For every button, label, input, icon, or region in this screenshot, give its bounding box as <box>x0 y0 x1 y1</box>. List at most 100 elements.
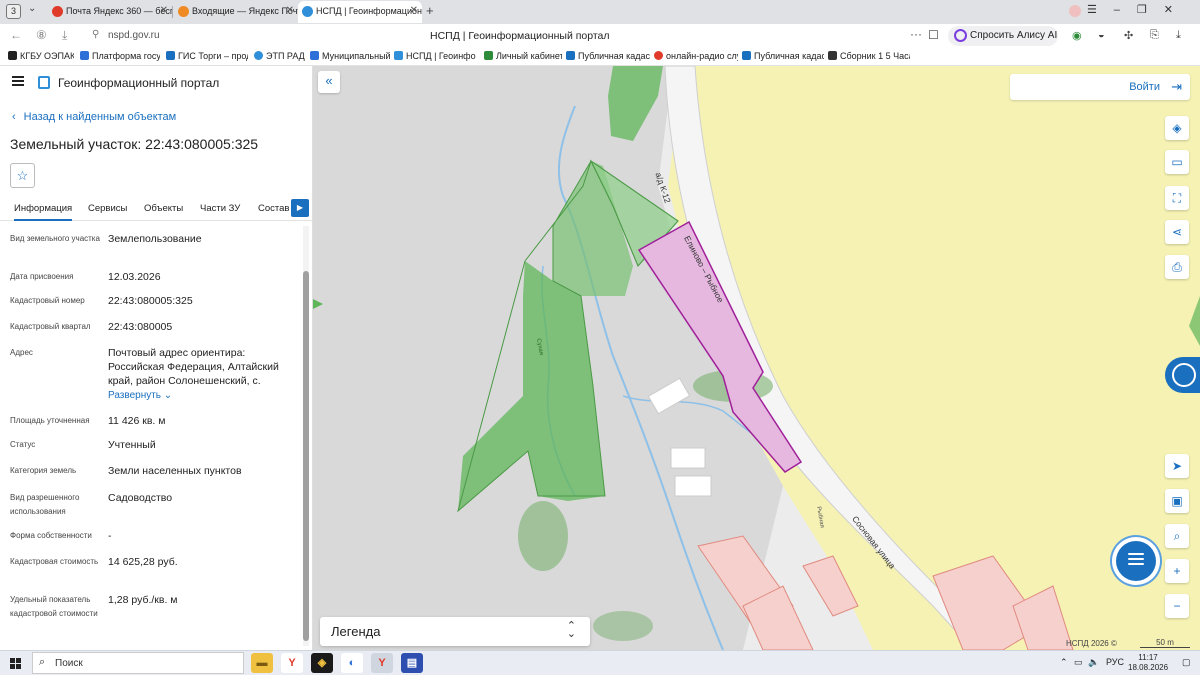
notification-icon[interactable]: ▢ <box>1182 657 1191 668</box>
profile-icon[interactable] <box>1069 5 1081 17</box>
prop-value: Земли населенных пунктов <box>108 465 242 477</box>
chevron-up-icon[interactable]: ⌃ <box>1060 657 1068 668</box>
back-to-results-link[interactable]: ‹ Назад к найденным объектам <box>12 111 176 123</box>
expand-address-link[interactable]: Развернуть ⌄ <box>108 390 172 401</box>
tab-title: Почта Яндекс 360 — бесплатная <box>66 6 172 16</box>
new-tab-button[interactable]: + <box>426 3 434 18</box>
taskbar-search[interactable]: ⌕ Поиск <box>32 652 244 674</box>
extension-icon[interactable]: ◉ <box>1072 29 1082 42</box>
scrollbar-thumb[interactable] <box>303 271 309 641</box>
collections-icon[interactable]: ⎘ <box>1150 29 1159 42</box>
clock[interactable]: 11:17 18.08.2026 <box>1128 653 1168 673</box>
prop-label: Вид земельного участка <box>10 234 100 243</box>
minimap-button[interactable]: ▣ <box>1165 489 1189 513</box>
chat-badge[interactable] <box>1165 357 1200 393</box>
app-icon[interactable]: ◈ <box>311 653 333 673</box>
tab-composition[interactable]: Состав <box>258 203 289 214</box>
bookmark-item[interactable]: КГБУ ОЭПАК <box>8 51 74 61</box>
extension-icon[interactable]: ◒ <box>1098 29 1105 41</box>
volume-icon[interactable]: 🔈 <box>1088 657 1099 668</box>
bookmark-item[interactable]: Публичная кадаст <box>566 51 650 61</box>
bookmark-item[interactable]: НСПД | Геоинформ <box>394 51 476 61</box>
help-chat-button[interactable] <box>1116 541 1156 581</box>
puzzle-icon[interactable]: ✣ <box>1124 29 1133 42</box>
close-icon[interactable]: ✕ <box>286 5 294 16</box>
building <box>670 447 706 469</box>
yandex-browser-app-icon[interactable]: Y <box>281 653 303 673</box>
bookmark-item[interactable]: Личный кабинет <box>484 51 562 61</box>
vegetation <box>518 501 568 571</box>
collapse-panel-button[interactable]: « <box>318 71 340 93</box>
layers-button[interactable]: ◈ <box>1165 116 1189 140</box>
tab-strip: 3 ⌄ Почта Яндекс 360 — бесплатная ✕ Вход… <box>0 0 1200 24</box>
tabs-next-button[interactable]: ▶ <box>291 199 309 217</box>
close-icon[interactable]: ✕ <box>160 5 168 16</box>
bookmark-item[interactable]: онлайн-радио слу <box>654 51 738 61</box>
info-panel: Геоинформационный портал ‹ Назад к найден… <box>0 66 313 650</box>
print-button[interactable]: ⎙ <box>1165 255 1189 279</box>
windows-start-icon[interactable] <box>10 658 21 669</box>
select-button[interactable]: ⛶ <box>1165 186 1189 210</box>
yandex-browser-active-icon[interactable]: Y <box>371 653 393 673</box>
prop-value: Учтенный <box>108 439 156 451</box>
plus-icon: + <box>1173 564 1181 578</box>
select-area-icon: ⛶ <box>1172 191 1182 205</box>
bookmark-item[interactable]: Сборник 1 5 Часа <box>828 51 910 61</box>
yandex-browser-icon[interactable]: ⑧ <box>36 28 47 42</box>
measure-button[interactable]: ▭ <box>1165 150 1189 174</box>
app-icon[interactable]: ◐ <box>341 653 363 673</box>
search-location-button[interactable]: ⌕ <box>1165 524 1189 548</box>
yandex-mail-icon <box>52 6 63 17</box>
legend-toggle[interactable]: Легенда ⌃ ⌄ <box>320 617 590 646</box>
prop-label: Адрес <box>10 348 33 357</box>
download-icon[interactable]: ⤓ <box>1176 29 1181 42</box>
tab-inbox[interactable]: Входящие — Яндекс Почта ✕ <box>174 1 298 23</box>
tab-info[interactable]: Информация <box>14 203 73 221</box>
parcel-title: Земельный участок: 22:43:080005:325 <box>10 136 259 152</box>
search-label: Поиск <box>55 658 83 669</box>
zoom-in-button[interactable]: + <box>1165 559 1189 583</box>
mail-icon <box>178 6 189 17</box>
chevron-down-icon[interactable]: ⌄ <box>28 3 36 14</box>
login-box[interactable]: Войти ⇥ <box>1010 74 1190 100</box>
tab-nspd[interactable]: НСПД | Геоинформационный ✕ <box>298 1 422 23</box>
bookmark-icon <box>80 51 89 60</box>
tab-yandex-mail-360[interactable]: Почта Яндекс 360 — бесплатная ✕ <box>48 1 172 23</box>
alice-label: Спросить Алису AI <box>970 30 1058 41</box>
bookmarks-bar: КГБУ ОЭПАК Платформа госуслуг ГИС Торги … <box>0 48 1200 66</box>
close-icon[interactable]: ✕ <box>410 5 418 16</box>
prop-label: Категория земель <box>10 466 77 475</box>
alice-button[interactable]: Спросить Алису AI <box>948 26 1058 46</box>
map-canvas[interactable]: а/д К-12 Елиново – Рыбное Сосновая улица… <box>313 66 1200 650</box>
tab-services[interactable]: Сервисы <box>88 203 127 214</box>
zoom-out-button[interactable]: − <box>1165 594 1189 618</box>
minimap-icon: ▣ <box>1171 494 1183 508</box>
app-icon[interactable]: ▤ <box>401 653 423 673</box>
url-field[interactable]: nspd.gov.ru <box>108 30 160 41</box>
more-icon[interactable]: ··· <box>910 27 922 41</box>
bookmark-item[interactable]: ГИС Торги – прод <box>166 51 248 61</box>
tab-parts[interactable]: Части ЗУ <box>200 203 240 214</box>
prop-label: Форма собственности <box>10 531 92 540</box>
back-arrow-icon[interactable]: ← <box>10 28 22 42</box>
lock-icon[interactable]: ⚲ <box>92 29 99 40</box>
bookmark-item[interactable]: ЭТП РАД <box>254 51 306 61</box>
share-button[interactable]: ⋖ <box>1165 220 1189 244</box>
bookmark-item[interactable]: Публичная кадаст <box>742 51 824 61</box>
bookmark-icon[interactable]: ☐ <box>928 28 939 42</box>
alice-icon <box>954 29 967 42</box>
network-icon[interactable]: ▭ <box>1074 657 1083 668</box>
locate-button[interactable]: ➤ <box>1165 454 1189 478</box>
favorite-button[interactable]: ☆ <box>10 163 35 188</box>
tab-count-badge[interactable]: 3 <box>6 4 21 19</box>
bookmark-icon <box>8 51 17 60</box>
bookmark-item[interactable]: Платформа госуслуг <box>80 51 160 61</box>
menu-icon[interactable] <box>12 76 24 86</box>
tab-title: Входящие — Яндекс Почта <box>192 6 298 16</box>
bookmark-item[interactable]: Муниципальный <box>310 51 390 61</box>
language-indicator[interactable]: РУС <box>1106 657 1124 667</box>
download-icon[interactable]: ⤓ <box>62 28 67 43</box>
file-explorer-icon[interactable]: ▬ <box>251 653 273 673</box>
tab-objects[interactable]: Объекты <box>144 203 183 214</box>
window-controls[interactable]: ☰–❐✕ <box>1087 3 1190 16</box>
